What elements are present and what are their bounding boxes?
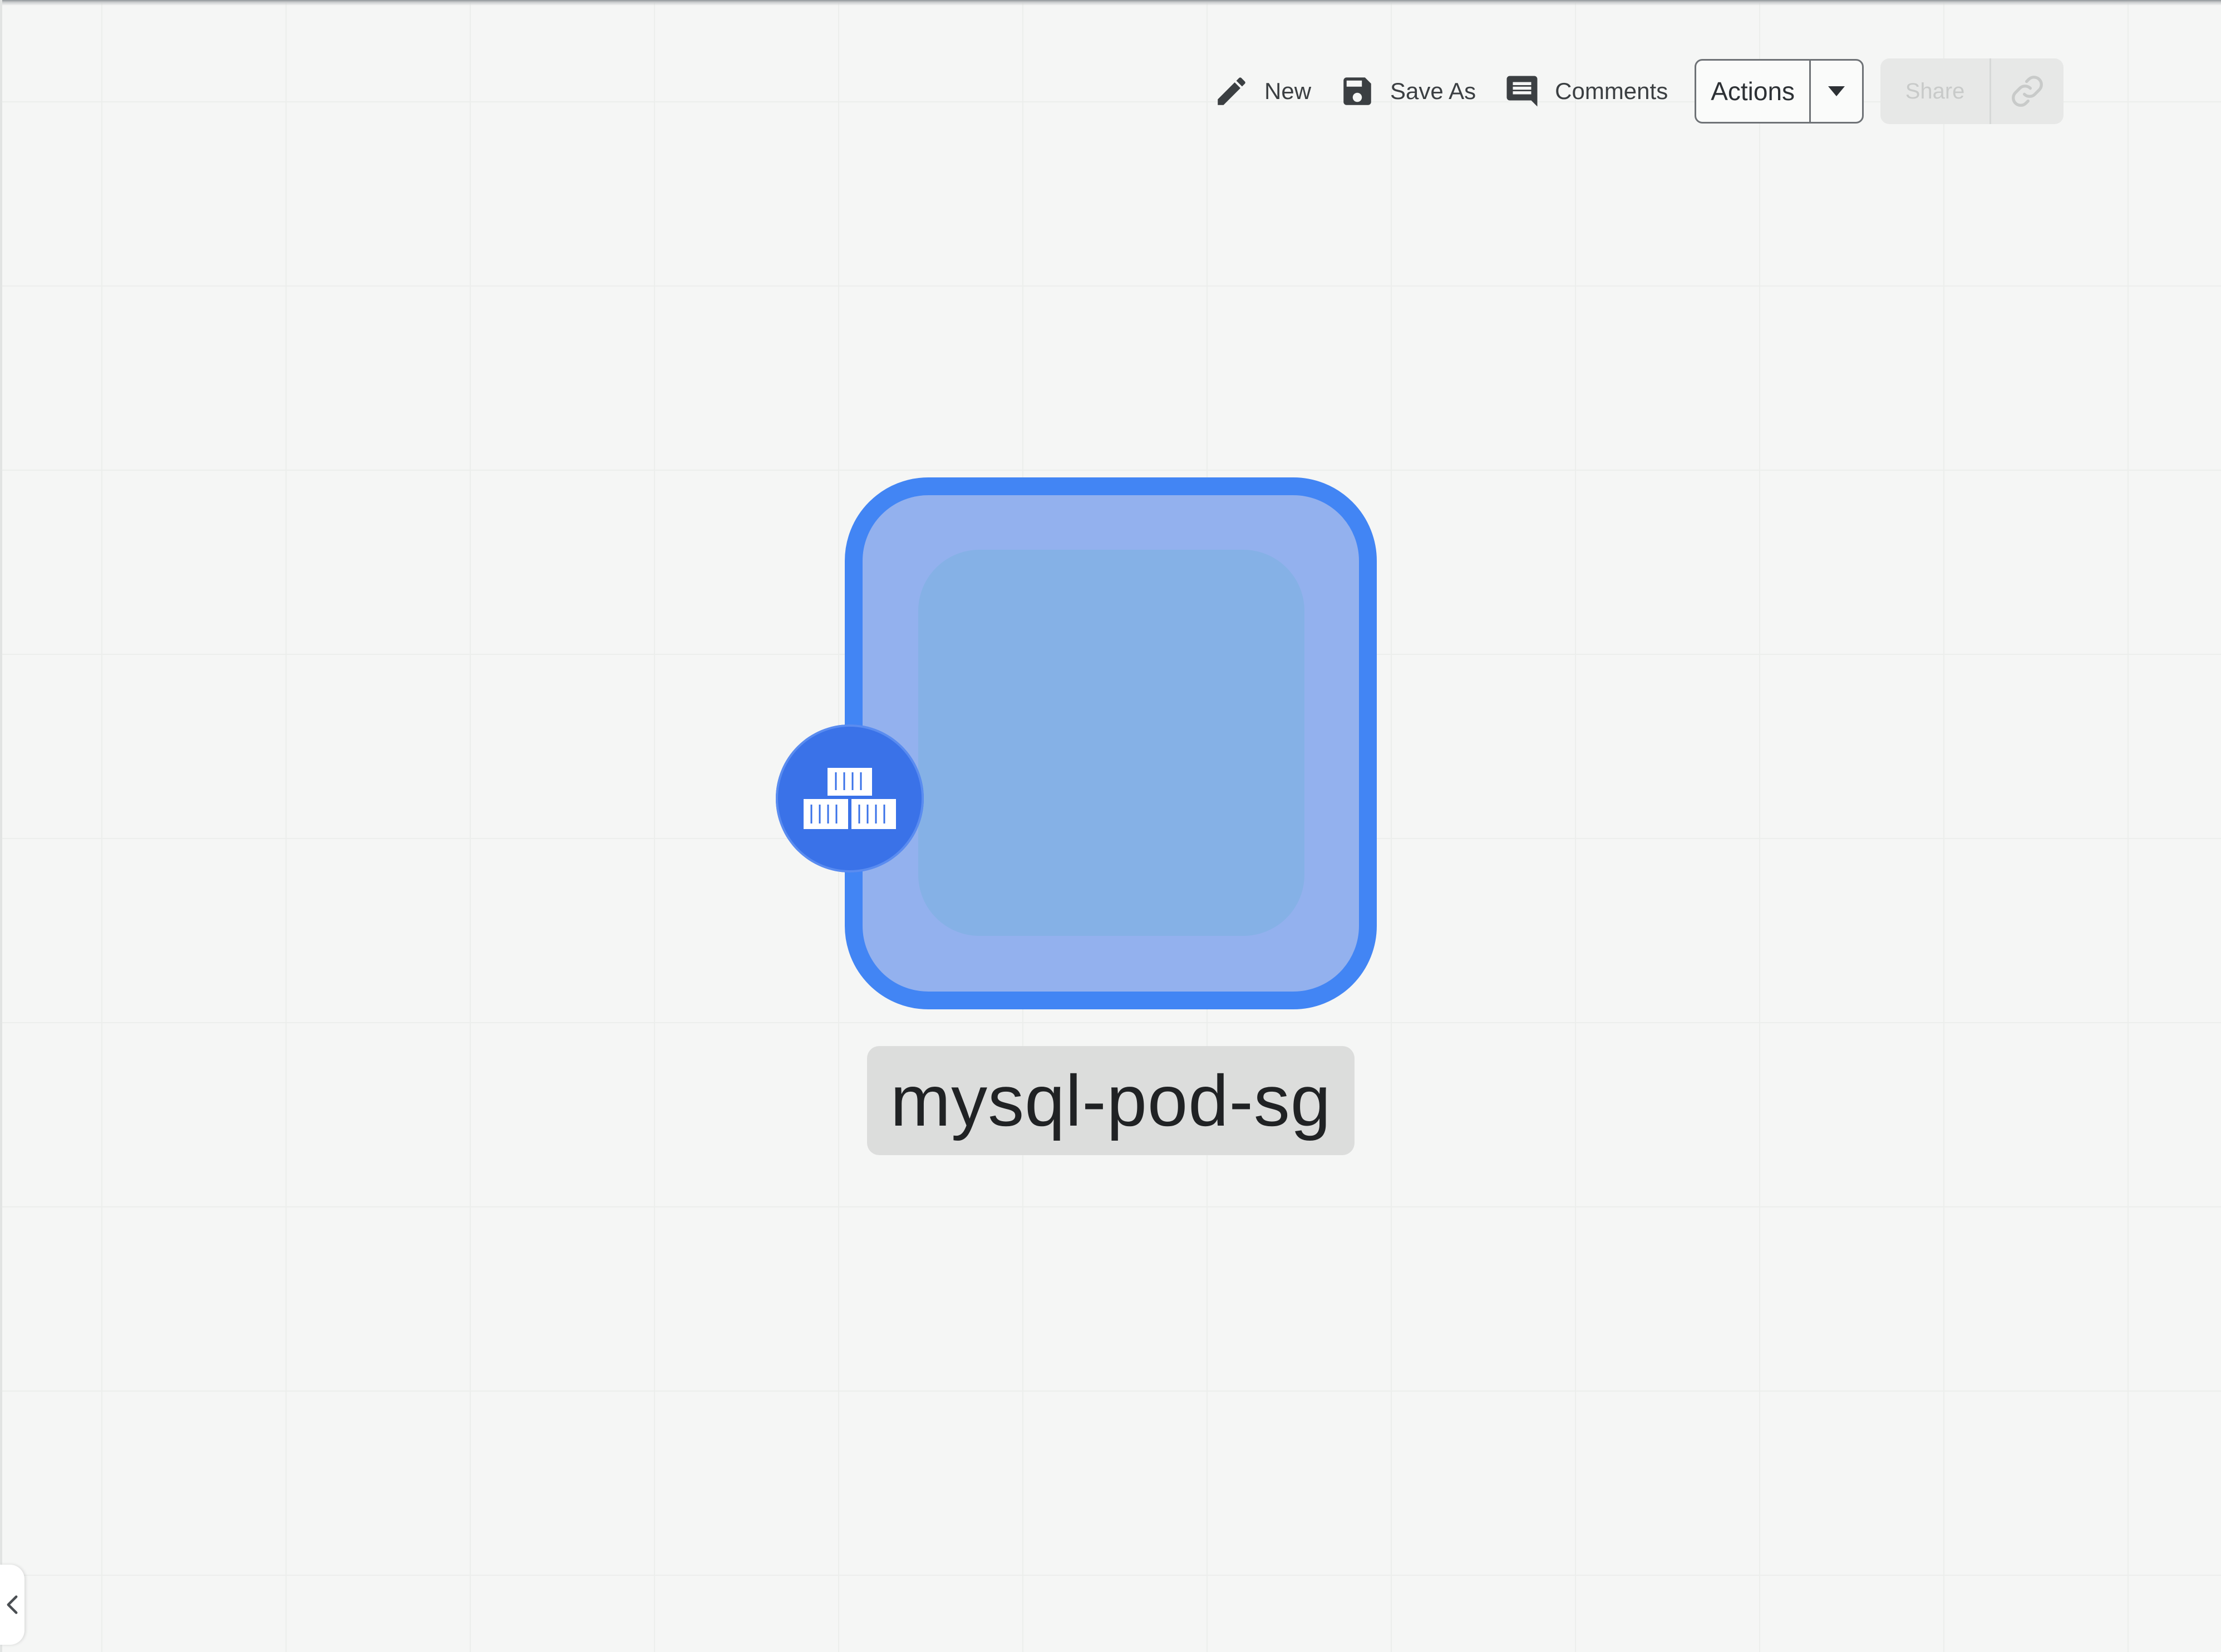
- comment-icon: [1506, 76, 1538, 107]
- toolbar: New Save As Comments Actions Share: [1213, 58, 2064, 125]
- caret-down-icon: [1828, 86, 1845, 96]
- new-button-label: New: [1264, 78, 1312, 104]
- left-edge: [0, 0, 2, 1652]
- actions-caret-button[interactable]: [1811, 61, 1862, 122]
- security-group-node-inner: [918, 550, 1304, 936]
- actions-button[interactable]: Actions: [1696, 61, 1811, 122]
- share-button[interactable]: Share: [1880, 58, 1992, 124]
- top-edge-shadow: [0, 0, 2221, 6]
- share-group: Share: [1880, 58, 2064, 124]
- containers-icon: [804, 768, 896, 829]
- sidebar-toggle-button[interactable]: [0, 1565, 24, 1645]
- node-label[interactable]: mysql-pod-sg: [867, 1046, 1355, 1155]
- link-icon: [2012, 76, 2043, 107]
- pencil-icon: [1218, 77, 1245, 105]
- copy-link-button[interactable]: [1991, 58, 2064, 124]
- floppy-disk-icon: [1343, 77, 1371, 105]
- comments-button-label: Comments: [1555, 78, 1668, 104]
- actions-dropdown[interactable]: Actions: [1695, 59, 1864, 124]
- new-button[interactable]: New: [1213, 63, 1311, 119]
- chevron-left-icon: [7, 1595, 18, 1614]
- node-type-badge: [776, 724, 924, 872]
- save-as-button-label: Save As: [1390, 78, 1476, 104]
- comments-button[interactable]: Comments: [1504, 63, 1668, 119]
- save-as-button[interactable]: Save As: [1339, 63, 1476, 119]
